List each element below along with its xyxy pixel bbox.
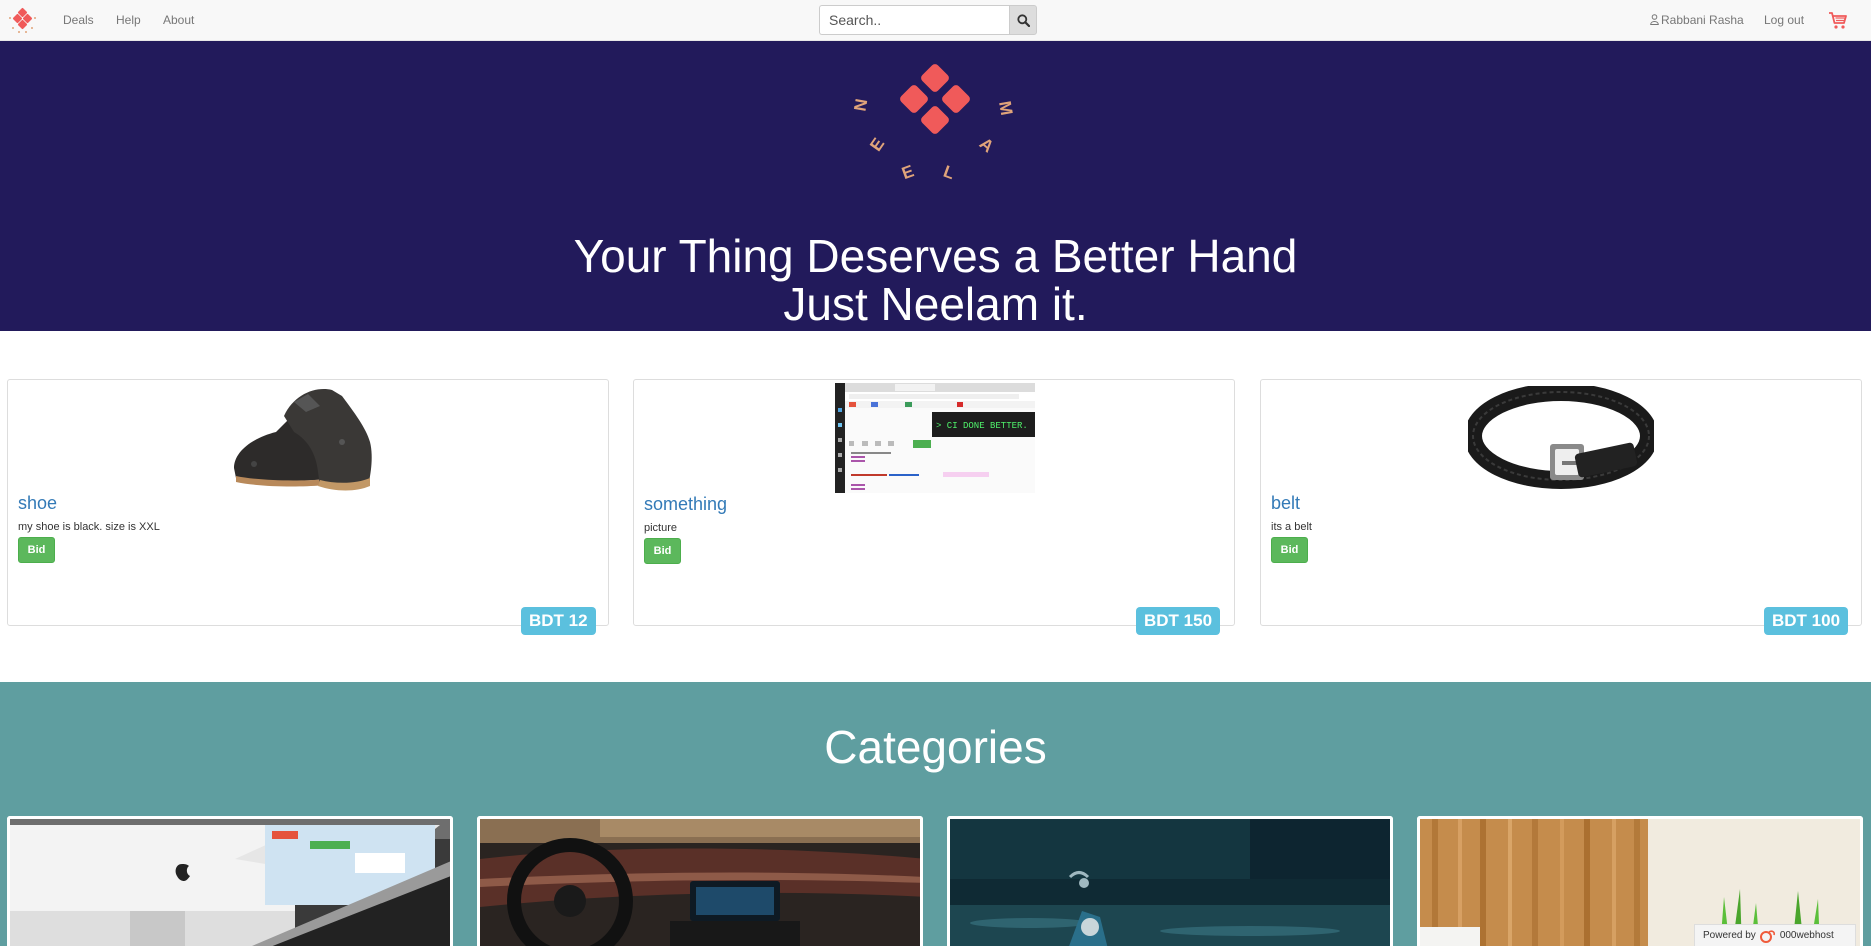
categories-section: Categories (0, 682, 1871, 946)
neelam-logo-icon[interactable] (6, 5, 38, 35)
cart-icon[interactable] (1828, 10, 1848, 30)
nav-link-about[interactable]: About (163, 0, 194, 40)
price-badge: BDT 100 (1764, 607, 1849, 635)
logo-letter-n: N (850, 97, 871, 112)
user-icon (1650, 14, 1659, 25)
search-icon (1016, 13, 1030, 27)
logo-letter-e1: E (866, 134, 888, 154)
logo-letter-l: L (941, 162, 957, 183)
logout-link[interactable]: Log out (1764, 0, 1804, 40)
price-badge: BDT 150 (1136, 607, 1221, 635)
product-card: > CI DONE BETTER. something picture Bid … (633, 379, 1235, 635)
category-tile-bikes[interactable] (947, 816, 1393, 946)
powered-by-label: Powered by (1703, 930, 1756, 941)
product-description: my shoe is black. size is XXL (18, 521, 160, 533)
logo-letter-m: M (995, 100, 1016, 117)
shoe-image (234, 389, 372, 491)
navbar: Deals Help About Rabbani Rasha Log out (0, 0, 1871, 41)
bid-button[interactable]: Bid (644, 538, 681, 564)
code-screenshot-image: > CI DONE BETTER. (835, 383, 1035, 493)
search-form (819, 5, 1037, 35)
webhost-name: 000webhost (1779, 930, 1834, 941)
bid-button[interactable]: Bid (18, 537, 55, 563)
category-tile-electronics[interactable] (7, 816, 453, 946)
motorbike-image (950, 819, 1390, 946)
powered-by-badge[interactable]: Powered by 000webhost (1694, 924, 1856, 946)
product-card: shoe my shoe is black. size is XXL Bid B… (7, 379, 609, 635)
logo-letter-e2: E (899, 161, 916, 183)
nav-link-deals[interactable]: Deals (63, 0, 94, 40)
category-tile-vehicles[interactable] (477, 816, 923, 946)
hero-headline-line2: Just Neelam it. (783, 278, 1088, 330)
search-input[interactable] (819, 5, 1009, 35)
product-description: its a belt (1271, 521, 1312, 533)
categories-title: Categories (824, 721, 1047, 773)
belt-image (1468, 386, 1654, 489)
user-name: Rabbani Rasha (1661, 13, 1744, 27)
car-interior-image (480, 819, 920, 946)
neelam-hero-logo: N E E L A M (850, 64, 1016, 183)
terminal-text: > CI DONE BETTER. (936, 421, 1028, 431)
hero-banner: N E E L A M Your Thing Deserves a Better… (0, 41, 1871, 331)
search-button[interactable] (1009, 5, 1037, 35)
hero-headline-line1: Your Thing Deserves a Better Hand (573, 230, 1298, 282)
product-card: belt its a belt Bid BDT 100 (1260, 379, 1862, 635)
product-title[interactable]: something (644, 494, 727, 515)
user-menu[interactable]: Rabbani Rasha (1650, 0, 1744, 40)
hero-headline: Your Thing Deserves a Better Hand Just N… (0, 232, 1871, 328)
bid-button[interactable]: Bid (1271, 537, 1308, 563)
product-description: picture (644, 522, 678, 534)
logo-letter-a: A (976, 134, 998, 156)
product-title[interactable]: belt (1271, 493, 1300, 514)
nav-link-help[interactable]: Help (116, 0, 141, 40)
webhost-logo-icon (1759, 929, 1775, 943)
product-title[interactable]: shoe (18, 493, 57, 514)
price-badge: BDT 12 (521, 607, 596, 635)
computers-image (10, 819, 450, 946)
